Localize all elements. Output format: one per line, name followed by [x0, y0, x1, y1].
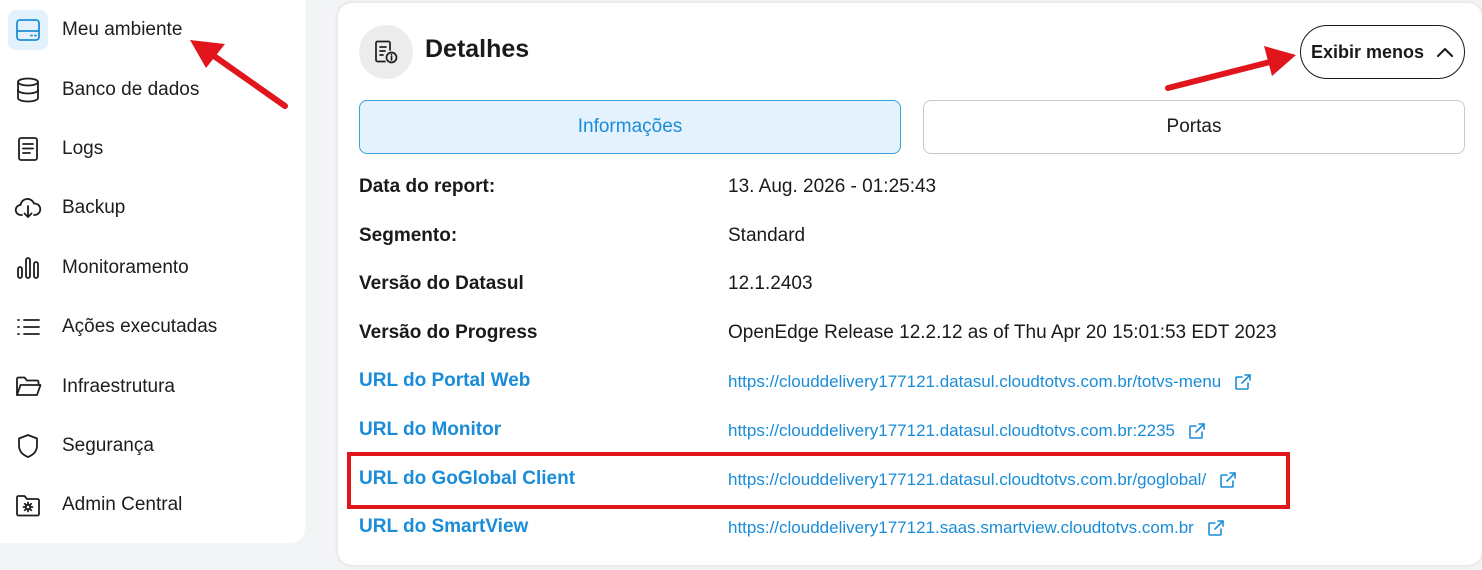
- url-label: URL do Monitor: [359, 419, 502, 440]
- document-info-icon: [359, 25, 413, 79]
- sidebar-item-logs[interactable]: Logs: [0, 121, 305, 177]
- sidebar-item-label: Ações executadas: [62, 316, 218, 337]
- monitor-link[interactable]: https://clouddelivery177121.datasul.clou…: [728, 421, 1207, 441]
- sidebar-item-monitoramento[interactable]: Monitoramento: [0, 240, 305, 296]
- detail-row: Data do report: 13. Aug. 2026 - 01:25:43: [359, 176, 1459, 206]
- detail-value: OpenEdge Release 12.2.12 as of Thu Apr 2…: [728, 322, 1277, 343]
- detail-value: 12.1.2403: [728, 273, 813, 294]
- sidebar-item-label: Admin Central: [62, 494, 183, 515]
- detail-label: Data do report:: [359, 176, 496, 197]
- list-icon: [8, 307, 48, 347]
- sidebar-item-label: Monitoramento: [62, 257, 189, 278]
- sidebar: Meu ambiente Banco de dados Logs Backup …: [0, 0, 305, 543]
- detail-value: Standard: [728, 225, 806, 246]
- database-icon: [8, 70, 48, 110]
- sidebar-item-seguranca[interactable]: Segurança: [0, 418, 305, 474]
- sidebar-item-label: Segurança: [62, 435, 154, 456]
- url-row-smartview: URL do SmartView https://clouddelivery17…: [359, 516, 1459, 546]
- url-row-portal-web: URL do Portal Web https://clouddelivery1…: [359, 370, 1459, 400]
- highlight-box-goglobal: [347, 452, 1290, 509]
- url-row-monitor: URL do Monitor https://clouddelivery1771…: [359, 419, 1459, 449]
- sidebar-item-label: Logs: [62, 138, 104, 159]
- sidebar-item-label: Meu ambiente: [62, 19, 183, 40]
- smartview-link[interactable]: https://clouddelivery177121.saas.smartvi…: [728, 518, 1226, 538]
- external-link-icon[interactable]: [1187, 421, 1207, 441]
- bar-chart-icon: [8, 248, 48, 288]
- folder-icon: [8, 367, 48, 407]
- tab-informacoes[interactable]: Informações: [359, 100, 901, 154]
- url-label: URL do Portal Web: [359, 370, 531, 391]
- detail-label: Segmento:: [359, 225, 458, 246]
- detail-value: 13. Aug. 2026 - 01:25:43: [728, 176, 937, 197]
- gear-folder-icon: [8, 485, 48, 525]
- cloud-download-icon: [8, 188, 48, 228]
- sidebar-item-admin-central[interactable]: Admin Central: [0, 477, 305, 533]
- external-link-icon[interactable]: [1206, 518, 1226, 538]
- sidebar-item-backup[interactable]: Backup: [0, 180, 305, 236]
- detail-row: Segmento: Standard: [359, 225, 1459, 255]
- sidebar-item-infraestrutura[interactable]: Infraestrutura: [0, 359, 305, 415]
- detail-label: Versão do Progress: [359, 322, 538, 343]
- server-icon: [8, 10, 48, 50]
- portal-web-link[interactable]: https://clouddelivery177121.datasul.clou…: [728, 372, 1253, 392]
- url-label: URL do SmartView: [359, 516, 529, 537]
- sidebar-item-label: Banco de dados: [62, 79, 200, 100]
- chevron-up-icon: [1436, 42, 1454, 63]
- sidebar-item-label: Infraestrutura: [62, 376, 175, 397]
- document-icon: [8, 129, 48, 169]
- show-less-label: Exibir menos: [1310, 41, 1425, 62]
- detail-row: Versão do Progress OpenEdge Release 12.2…: [359, 322, 1459, 352]
- sidebar-item-meu-ambiente[interactable]: Meu ambiente: [0, 2, 305, 58]
- show-less-button[interactable]: Exibir menos: [1300, 25, 1465, 79]
- sidebar-item-banco-de-dados[interactable]: Banco de dados: [0, 62, 305, 118]
- detail-label: Versão do Datasul: [359, 273, 524, 294]
- sidebar-item-acoes-executadas[interactable]: Ações executadas: [0, 299, 305, 355]
- sidebar-item-label: Backup: [62, 197, 126, 218]
- external-link-icon[interactable]: [1233, 372, 1253, 392]
- shield-icon: [8, 426, 48, 466]
- tab-portas[interactable]: Portas: [923, 100, 1465, 154]
- detail-row: Versão do Datasul 12.1.2403: [359, 273, 1459, 303]
- page-title: Detalhes: [425, 35, 530, 63]
